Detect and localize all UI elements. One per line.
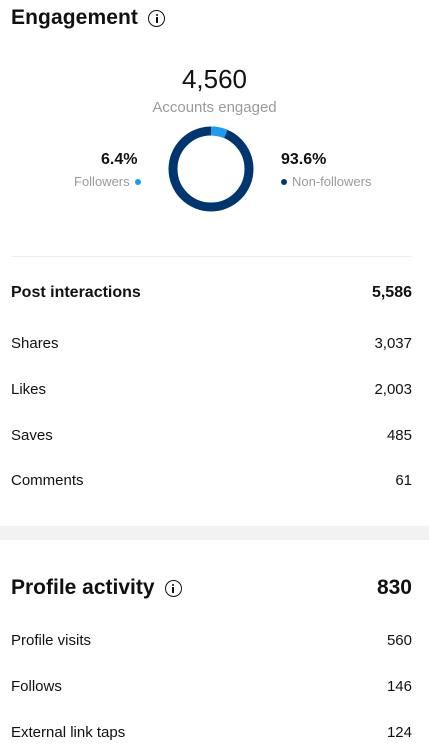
info-icon[interactable] [148,9,166,27]
list-item-value: 61 [395,472,412,489]
info-icon[interactable] [164,579,182,597]
engagement-card: Engagement 4,560 Accounts engaged 6.4% F… [0,0,429,526]
followers-dot-icon [134,178,141,185]
list-item-value: 560 [386,632,412,649]
non-followers-percent: 93.6% [281,151,327,168]
accounts-engaged-label: Accounts engaged [152,99,277,116]
list-item-comments: Comments 61 [11,472,412,489]
list-item-profile-visits: Profile visits 560 [11,632,412,649]
list-item-label: Follows [11,678,62,695]
list-item-external-link-taps: External link taps 124 [11,724,412,741]
list-item-value: 146 [386,678,412,695]
accounts-engaged-value: 4,560 [181,64,248,94]
profile-activity-header[interactable]: Profile activity 830 [11,576,412,600]
list-item-label: Saves [11,427,53,444]
list-item-value: 3,037 [374,335,412,352]
post-interactions-title: Post interactions [11,284,141,301]
list-item-label: Comments [11,472,84,489]
list-item-value: 2,003 [374,381,412,398]
list-item-label: Shares [11,335,59,352]
list-item-follows: Follows 146 [11,678,412,695]
list-item-label: External link taps [11,724,126,741]
profile-activity-card: Profile activity 830 Profile visits 560 … [0,540,429,750]
non-followers-dot-icon [281,178,287,185]
list-item-likes: Likes 2,003 [11,381,412,398]
list-item-label: Likes [11,381,47,398]
donut-non-followers-arc [168,126,254,212]
list-item-value: 124 [386,724,412,741]
profile-activity-title-group: Profile activity [11,576,182,600]
followers-legend-label: Followers [74,174,130,189]
engagement-donut-chart [168,126,254,212]
list-item-label: Profile visits [11,632,92,649]
section-divider [11,256,412,257]
non-followers-legend: Non-followers [281,174,371,189]
list-item-shares: Shares 3,037 [11,335,412,352]
followers-legend: Followers [74,174,141,189]
list-item-value: 485 [386,427,412,444]
profile-activity-title: Profile activity [11,576,155,599]
profile-activity-total: 830 [376,576,412,599]
engagement-title: Engagement [11,6,139,29]
non-followers-legend-label: Non-followers [292,174,372,189]
post-interactions-total: 5,586 [371,284,412,301]
post-interactions-header[interactable]: Post interactions 5,586 [11,284,412,302]
followers-percent: 6.4% [101,151,138,168]
list-item-saves: Saves 485 [11,427,412,444]
engagement-header: Engagement [11,6,166,30]
